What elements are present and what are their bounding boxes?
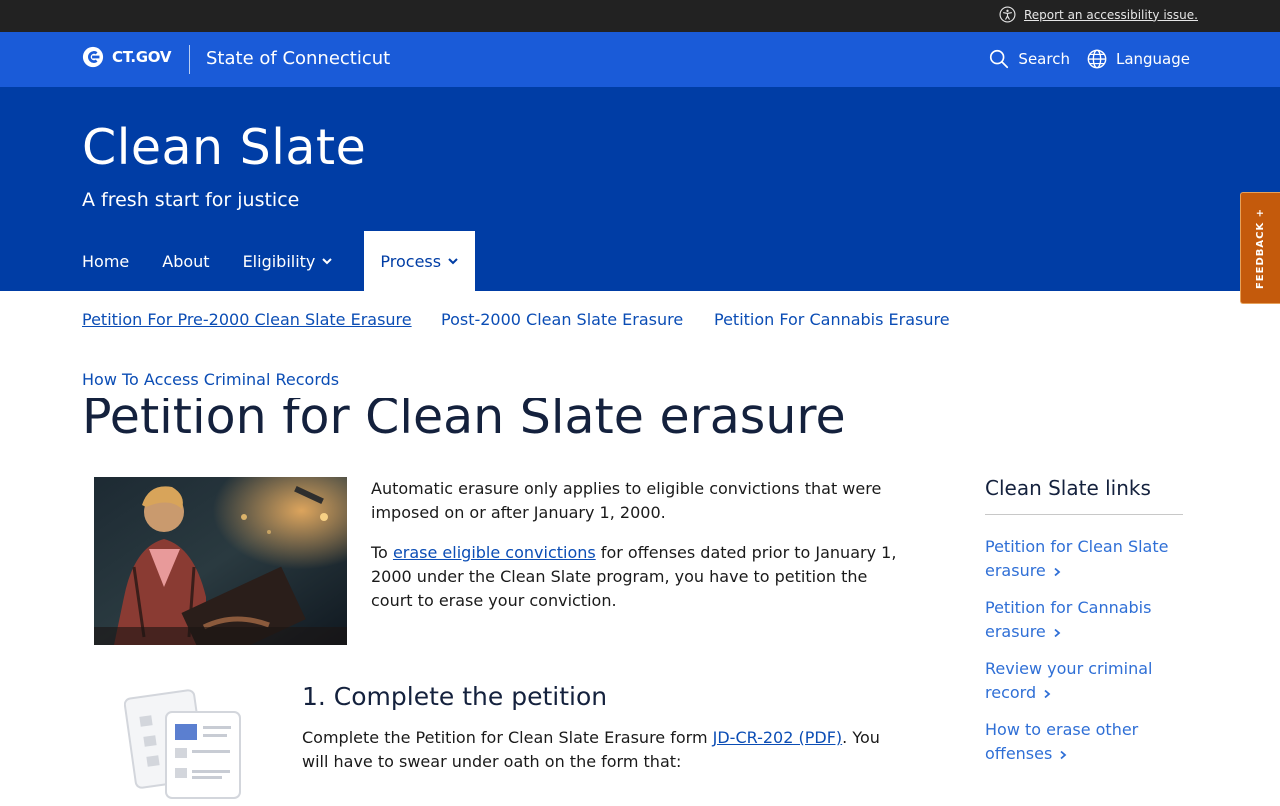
step-1-heading: 1. Complete the petition bbox=[302, 682, 608, 711]
sidebar-link-label: Petition for Cannabis erasure bbox=[985, 598, 1152, 641]
feedback-label: FEEDBACK + bbox=[1255, 207, 1267, 289]
sidebar-list-item: Petition for Clean Slate erasure bbox=[985, 535, 1183, 583]
search-button[interactable]: Search bbox=[988, 48, 1070, 70]
sidebar-link-label: Petition for Clean Slate erasure bbox=[985, 537, 1169, 580]
nav-item-about[interactable]: About bbox=[162, 231, 209, 291]
intro-text: Automatic erasure only applies to eligib… bbox=[371, 477, 911, 629]
search-icon bbox=[990, 49, 1009, 69]
nav-item-label: Eligibility bbox=[242, 251, 316, 271]
page-title: Petition for Clean Slate erasure bbox=[82, 398, 846, 440]
nav-item-home[interactable]: Home bbox=[82, 231, 129, 291]
nav-item-eligibility[interactable]: Eligibility bbox=[243, 231, 334, 291]
language-button[interactable]: Language bbox=[1086, 48, 1190, 70]
globe-icon bbox=[1087, 49, 1107, 69]
chevron-down-icon bbox=[322, 258, 333, 265]
agency-subtitle: A fresh start for justice bbox=[82, 189, 300, 211]
sidebar-link-review-record[interactable]: Review your criminal record bbox=[985, 659, 1152, 702]
global-header: CT.GOV State of Connecticut Search Langu… bbox=[0, 32, 1280, 87]
accessibility-link-label: Report an accessibility issue. bbox=[1023, 7, 1198, 22]
sidebar-list-item: Petition for Cannabis erasure bbox=[985, 596, 1183, 644]
agency-hero: Clean Slate A fresh start for justice Ho… bbox=[0, 87, 1280, 291]
intro-paragraph-1: Automatic erasure only applies to eligib… bbox=[371, 479, 882, 522]
subnav-pre-2000-erasure[interactable]: Petition For Pre-2000 Clean Slate Erasur… bbox=[82, 310, 412, 329]
chevron-right-icon bbox=[1054, 628, 1061, 638]
subnav-cannabis-erasure[interactable]: Petition For Cannabis Erasure bbox=[714, 310, 950, 329]
nav-item-process[interactable]: Process bbox=[364, 231, 476, 291]
step-1-text: Complete the Petition for Clean Slate Er… bbox=[302, 726, 902, 774]
accessibility-report-link[interactable]: Report an accessibility issue. bbox=[999, 6, 1198, 23]
nav-item-label: About bbox=[162, 251, 210, 271]
sidebar-link-petition-cannabis[interactable]: Petition for Cannabis erasure bbox=[985, 598, 1151, 641]
site-name[interactable]: State of Connecticut bbox=[206, 48, 390, 69]
intro-paragraph-2: To erase eligible convictions for offens… bbox=[371, 541, 911, 613]
sidebar-link-erase-other-offenses[interactable]: How to erase other offenses bbox=[985, 720, 1138, 763]
chevron-down-icon bbox=[448, 258, 458, 265]
step-1-prefix: Complete the Petition for Clean Slate Er… bbox=[302, 728, 713, 747]
chevron-right-icon bbox=[1060, 750, 1067, 760]
brand-divider bbox=[189, 45, 190, 74]
sidebar-heading: Clean Slate links bbox=[985, 476, 1183, 515]
subnav-criminal-records[interactable]: How To Access Criminal Records bbox=[82, 370, 339, 389]
chevron-right-icon bbox=[1044, 689, 1051, 699]
chevron-right-icon bbox=[1054, 567, 1061, 577]
sidebar-list-item: Review your criminal record bbox=[985, 657, 1183, 705]
ct-logo-icon bbox=[82, 46, 104, 68]
intro-p2-prefix: To bbox=[371, 543, 393, 562]
nav-item-label: Home bbox=[82, 251, 130, 271]
subnav-post-2000-erasure[interactable]: Post-2000 Clean Slate Erasure bbox=[441, 310, 683, 329]
search-label: Search bbox=[1018, 50, 1070, 68]
sidebar-link-petition-clean-slate[interactable]: Petition for Clean Slate erasure bbox=[985, 537, 1168, 580]
brand-text: CT.GOV bbox=[112, 48, 172, 66]
language-label: Language bbox=[1115, 50, 1190, 68]
sidebar-list: Petition for Clean Slate erasure Petitio… bbox=[985, 535, 1183, 766]
feedback-button[interactable]: FEEDBACK + bbox=[1240, 192, 1280, 304]
utility-bar: Report an accessibility issue. bbox=[0, 0, 1280, 32]
agency-title: Clean Slate bbox=[82, 119, 367, 176]
page-title-container: Petition for Clean Slate erasure bbox=[0, 398, 1280, 440]
accessibility-icon bbox=[999, 6, 1016, 23]
nav-item-label: Process bbox=[380, 251, 442, 271]
erase-eligible-convictions-link[interactable]: erase eligible convictions bbox=[393, 543, 596, 562]
clean-slate-links-sidebar: Clean Slate links Petition for Clean Sla… bbox=[985, 476, 1183, 779]
sidebar-list-item: How to erase other offenses bbox=[985, 718, 1183, 766]
main-nav: Home About Eligibility Process bbox=[82, 231, 508, 291]
header-actions: Search Language bbox=[988, 48, 1190, 70]
document-form-icon bbox=[123, 680, 246, 802]
ct-gov-logo[interactable]: CT.GOV bbox=[82, 46, 171, 68]
sidebar-link-label: Review your criminal record bbox=[985, 659, 1153, 702]
jd-cr-202-pdf-link[interactable]: JD-CR-202 (PDF) bbox=[713, 728, 843, 747]
woman-laptop-photo bbox=[94, 477, 347, 645]
